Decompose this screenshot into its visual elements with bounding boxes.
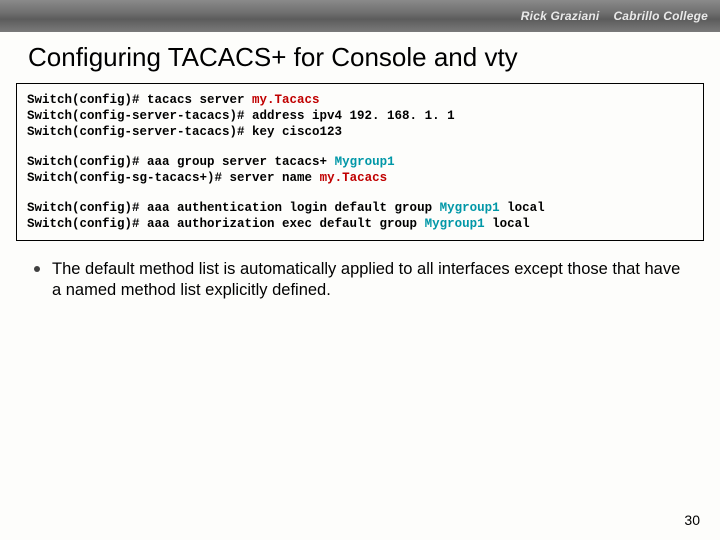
keyword-group-name: Mygroup1: [440, 201, 500, 215]
code-line: Switch(config)# tacacs server my.Tacacs: [27, 92, 693, 108]
author-name: Rick Graziani: [521, 9, 600, 23]
code-line: Switch(config)# aaa authorization exec d…: [27, 216, 693, 232]
code-line: Switch(config-sg-tacacs+)# server name m…: [27, 170, 693, 186]
bullet-list: The default method list is automatically…: [0, 241, 720, 301]
keyword-server-name: my.Tacacs: [320, 171, 388, 185]
code-line: Switch(config)# aaa authentication login…: [27, 200, 693, 216]
bullet-icon: [34, 266, 40, 272]
bullet-item: The default method list is automatically…: [34, 259, 692, 301]
keyword-group-name: Mygroup1: [335, 155, 395, 169]
header-bar: Rick Graziani Cabrillo College: [0, 0, 720, 32]
config-code-box: Switch(config)# tacacs server my.Tacacs …: [16, 83, 704, 241]
keyword-server-name: my.Tacacs: [252, 93, 320, 107]
bullet-text: The default method list is automatically…: [52, 259, 692, 301]
college-name: Cabrillo College: [613, 9, 708, 23]
code-line: Switch(config)# aaa group server tacacs+…: [27, 154, 693, 170]
keyword-group-name: Mygroup1: [425, 217, 485, 231]
code-line: Switch(config-server-tacacs)# key cisco1…: [27, 124, 693, 140]
slide-title: Configuring TACACS+ for Console and vty: [0, 32, 720, 83]
code-line: Switch(config-server-tacacs)# address ip…: [27, 108, 693, 124]
page-number: 30: [684, 512, 700, 528]
